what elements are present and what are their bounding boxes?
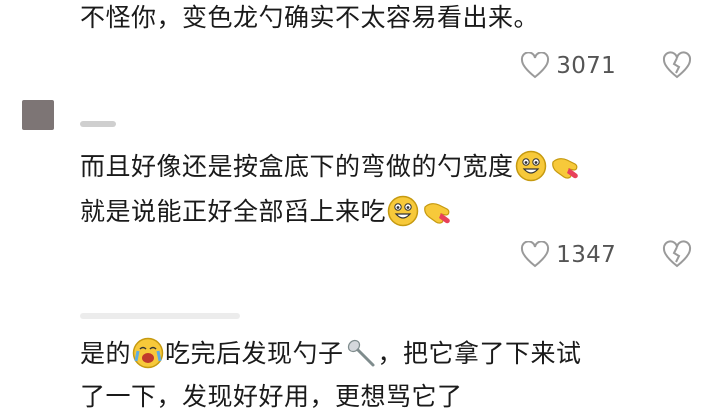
crying-face-icon <box>132 337 164 369</box>
comment-2-line-1-text: 而且好像还是按盒底下的弯做的勺宽度 <box>80 152 514 181</box>
comment-3-line-2: 了一下，发现好好用，更想骂它了 <box>80 382 463 411</box>
comment-3-text-part-1: 是的 <box>80 339 132 368</box>
comment-2-like-button[interactable]: 1347 <box>520 241 616 269</box>
avatar[interactable] <box>22 100 54 130</box>
heart-icon <box>521 52 550 79</box>
username-placeholder <box>80 121 116 127</box>
heart-icon <box>521 241 550 268</box>
grinning-face-icon <box>387 195 419 227</box>
comment-3-text-part-2: 吃完后发现勺子 <box>165 339 344 368</box>
username-placeholder <box>80 313 240 319</box>
comment-1-like-count: 3071 <box>556 53 616 79</box>
pointing-hand-icon <box>424 203 450 224</box>
comment-2-like-count: 1347 <box>556 242 616 268</box>
broken-heart-icon[interactable] <box>662 51 692 81</box>
comment-2-actions: 1347 <box>520 237 692 273</box>
comment-3-line-1: 是的 吃完后发现勺子 ，把它拿了下来试 <box>80 337 582 370</box>
comment-1-like-button[interactable]: 3071 <box>520 52 616 80</box>
comment-2-line-1: 而且好像还是按盒底下的弯做的勺宽度 <box>80 150 582 183</box>
comment-1-actions: 3071 <box>520 48 692 84</box>
spoon-icon <box>347 339 375 367</box>
comment-2-line-2: 就是说能正好全部舀上来吃 <box>80 195 454 228</box>
comment-2-line-2-text: 就是说能正好全部舀上来吃 <box>80 197 387 226</box>
pointing-hand-icon <box>551 158 578 179</box>
broken-heart-icon[interactable] <box>662 240 692 270</box>
comment-1-text: 不怪你，变色龙勺确实不太容易看出来。 <box>80 3 540 32</box>
grinning-face-icon <box>515 150 546 182</box>
comment-3-text-part-3: ，把它拿了下来试 <box>377 339 582 368</box>
